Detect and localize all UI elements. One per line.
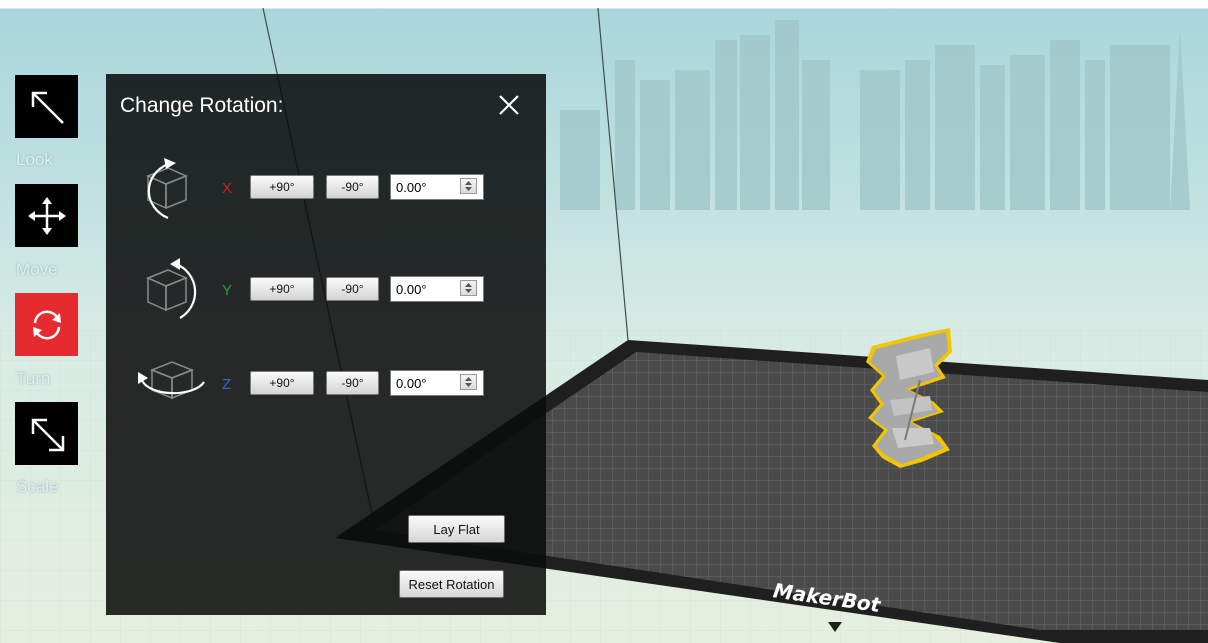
scale-tool-button[interactable] — [15, 402, 78, 465]
city-skyline — [560, 20, 1190, 210]
arrow-diagonal-resize-icon — [31, 418, 64, 451]
close-icon — [499, 95, 519, 115]
z-axis-row: Z +90° -90° — [106, 350, 546, 420]
x-rotation-input[interactable] — [391, 175, 457, 199]
move-tool-button[interactable] — [15, 184, 78, 247]
turn-tool-label: Turn — [16, 369, 51, 388]
z-minus-90-button[interactable]: -90° — [326, 371, 379, 395]
rotate-icon — [32, 310, 61, 339]
close-button[interactable] — [496, 92, 522, 118]
z-spin-arrows[interactable] — [460, 374, 477, 390]
x-axis-row: X +90° -90° — [106, 154, 546, 224]
arrow-up-left-icon — [31, 91, 64, 124]
rotate-z-cube-icon — [138, 361, 205, 400]
spin-up-down-icon — [465, 181, 472, 191]
x-spin-arrows[interactable] — [460, 178, 477, 194]
y-minus-90-button[interactable]: -90° — [326, 277, 379, 301]
rotate-x-cube-icon — [146, 158, 188, 220]
z-rotation-input[interactable] — [391, 371, 457, 395]
spin-up-down-icon — [465, 377, 472, 387]
scale-tool-label: Scale — [16, 477, 59, 496]
y-axis-row: Y +90° -90° — [106, 256, 546, 326]
move-arrows-icon — [27, 196, 66, 235]
y-axis-label: Y — [222, 282, 233, 299]
y-rotation-spinbox — [390, 276, 484, 302]
x-rotation-spinbox — [390, 174, 484, 200]
x-plus-90-button[interactable]: +90° — [250, 175, 314, 199]
turn-tool-button[interactable] — [15, 293, 78, 356]
look-tool-label: Look — [16, 150, 53, 169]
lay-flat-button[interactable]: Lay Flat — [408, 515, 505, 543]
reset-rotation-button[interactable]: Reset Rotation — [399, 570, 504, 598]
y-spin-arrows[interactable] — [460, 280, 477, 296]
y-plus-90-button[interactable]: +90° — [250, 277, 314, 301]
z-plus-90-button[interactable]: +90° — [250, 371, 314, 395]
rotate-y-cube-icon — [146, 258, 197, 319]
spin-up-down-icon — [465, 283, 472, 293]
y-rotation-input[interactable] — [391, 277, 457, 301]
panel-title: Change Rotation: — [120, 94, 284, 117]
change-rotation-panel: Change Rotation: X +90° -90° 0.00° Y +90… — [106, 74, 546, 615]
x-axis-label: X — [222, 180, 233, 197]
z-rotation-spinbox — [390, 370, 484, 396]
move-tool-label: Move — [16, 260, 58, 279]
x-minus-90-button[interactable]: -90° — [326, 175, 379, 199]
look-tool-button[interactable] — [15, 75, 78, 138]
z-axis-label: Z — [222, 376, 232, 393]
